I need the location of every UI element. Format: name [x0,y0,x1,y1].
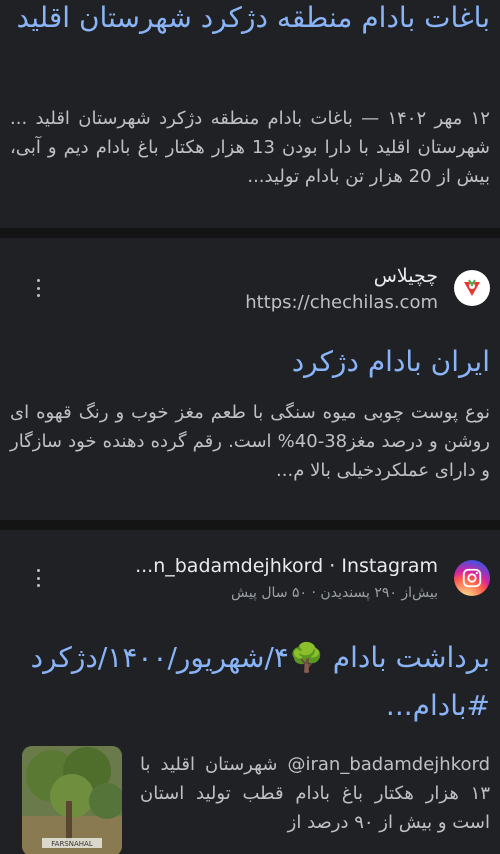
source-name: چچیلاس [373,265,438,287]
search-result-card: باغات بادام منطقه دژکرد شهرستان اقلید ۱۲… [0,0,500,228]
result-source[interactable]: چچیلاس https://chechilas.com [10,262,490,322]
more-options-icon[interactable] [32,276,44,300]
instagram-icon [454,560,490,596]
result-title-link[interactable]: باغات بادام منطقه دژکرد شهرستان اقلید [10,0,491,42]
chechilas-logo-icon [454,270,490,306]
search-result-card: چچیلاس https://chechilas.com ایران بادام… [0,238,500,520]
result-title-link[interactable]: برداشت بادام 🌳۴/شهریور/۱۴۰۰/دژکرد #بادام… [10,634,490,730]
result-snippet: نوع پوست چوبی میوه سنگی با طعم مغز خوب و… [10,402,490,481]
source-name: n_badamdejhkord · Instagram... [135,555,438,577]
more-options-icon[interactable] [32,566,44,590]
source-url: https://chechilas.com [245,292,438,313]
result-title-link[interactable]: ایران بادام دژکرد [10,338,490,386]
result-snippet: iran_badamdejhkord@ شهرستان اقلید با ۱۳ … [140,754,490,833]
almond-orchard-photo[interactable]: FARSNAHAL [22,746,122,854]
source-meta: بیش‌از ۲۹۰ پسندیدن · ۵۰ سال پیش [230,585,438,601]
svg-text:FARSNAHAL: FARSNAHAL [51,840,93,848]
result-separator [0,520,500,530]
result-source[interactable]: n_badamdejhkord · Instagram... بیش‌از ۲۹… [10,552,490,612]
search-result-card: n_badamdejhkord · Instagram... بیش‌از ۲۹… [0,530,500,854]
result-separator [0,228,500,238]
result-snippet: ۱۲ مهر ۱۴۰۲ — باغات بادام منطقه دژکرد شه… [10,108,491,187]
